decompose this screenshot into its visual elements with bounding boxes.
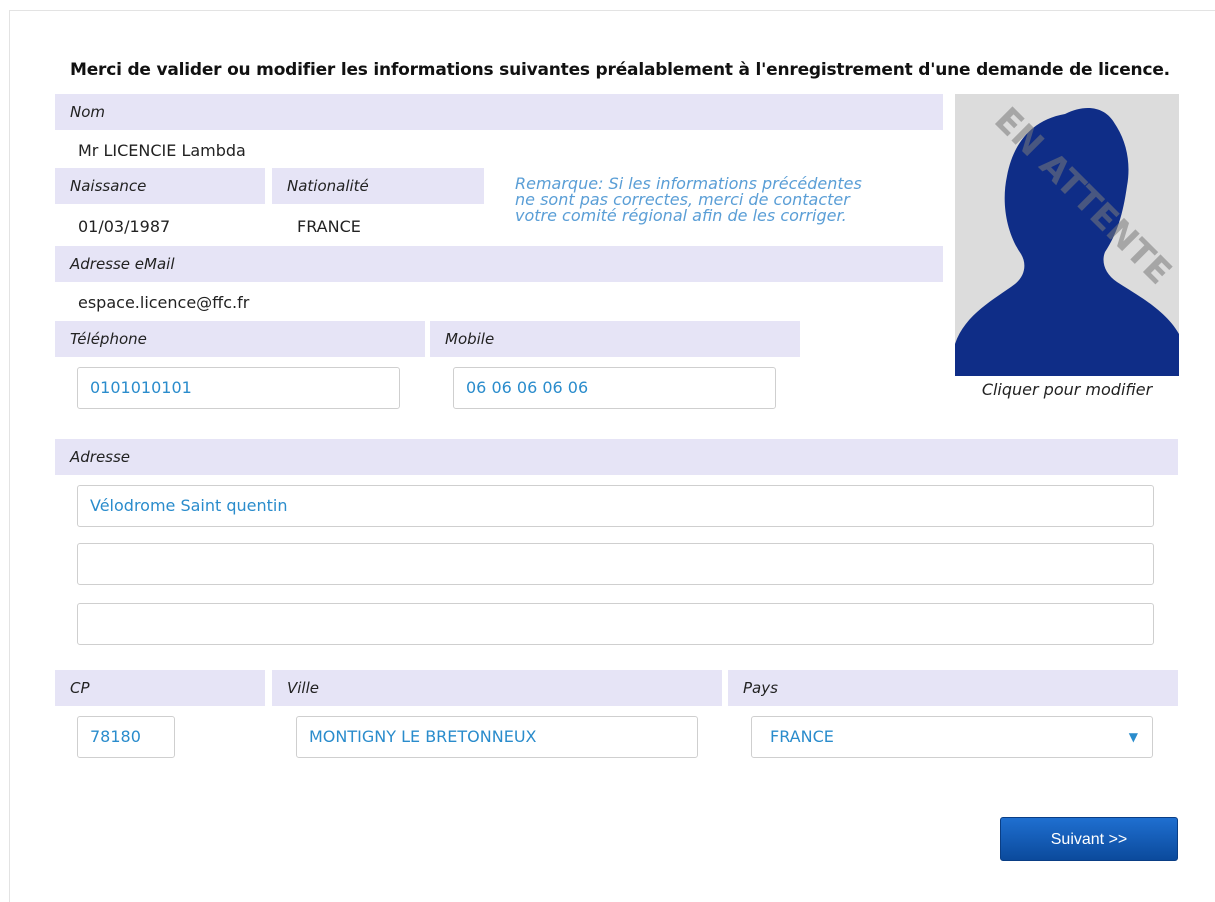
remark-text: Remarque: Si les informations précédente…: [515, 176, 935, 224]
naissance-value: 01/03/1987: [78, 217, 171, 236]
chevron-down-icon: ▼: [1128, 730, 1138, 744]
remark-line-3: votre comité régional afin de les corrig…: [515, 206, 847, 225]
photo-caption[interactable]: Cliquer pour modifier: [955, 380, 1179, 399]
adresse-line-2-input[interactable]: [77, 543, 1154, 585]
telephone-input[interactable]: 0101010101: [77, 367, 400, 409]
frame-border-top: [9, 10, 1215, 11]
email-label: Adresse eMail: [55, 246, 943, 282]
pays-selected-value: FRANCE: [770, 727, 834, 746]
frame-border-left: [9, 10, 10, 902]
pays-label: Pays: [728, 670, 1178, 706]
adresse-line-3-input[interactable]: [77, 603, 1154, 645]
adresse-line-1-input[interactable]: Vélodrome Saint quentin: [77, 485, 1154, 527]
next-button[interactable]: Suivant >>: [1000, 817, 1178, 861]
telephone-label: Téléphone: [55, 321, 425, 357]
silhouette-icon: EN ATTENTE: [955, 100, 1179, 376]
nom-value: Mr LICENCIE Lambda: [78, 141, 246, 160]
intro-text: Merci de valider ou modifier les informa…: [70, 60, 1170, 80]
adresse-label: Adresse: [55, 439, 1178, 475]
pays-select[interactable]: FRANCE ▼: [751, 716, 1153, 758]
email-value: espace.licence@ffc.fr: [78, 293, 250, 312]
naissance-label: Naissance: [55, 168, 265, 204]
cp-input[interactable]: 78180: [77, 716, 175, 758]
mobile-label: Mobile: [430, 321, 800, 357]
ville-label: Ville: [272, 670, 722, 706]
ville-input[interactable]: MONTIGNY LE BRETONNEUX: [296, 716, 698, 758]
nationalite-label: Nationalité: [272, 168, 484, 204]
photo-upload[interactable]: EN ATTENTE: [955, 94, 1179, 376]
mobile-input[interactable]: 06 06 06 06 06: [453, 367, 776, 409]
cp-label: CP: [55, 670, 265, 706]
nationalite-value: FRANCE: [297, 217, 361, 236]
nom-label: Nom: [55, 94, 943, 130]
